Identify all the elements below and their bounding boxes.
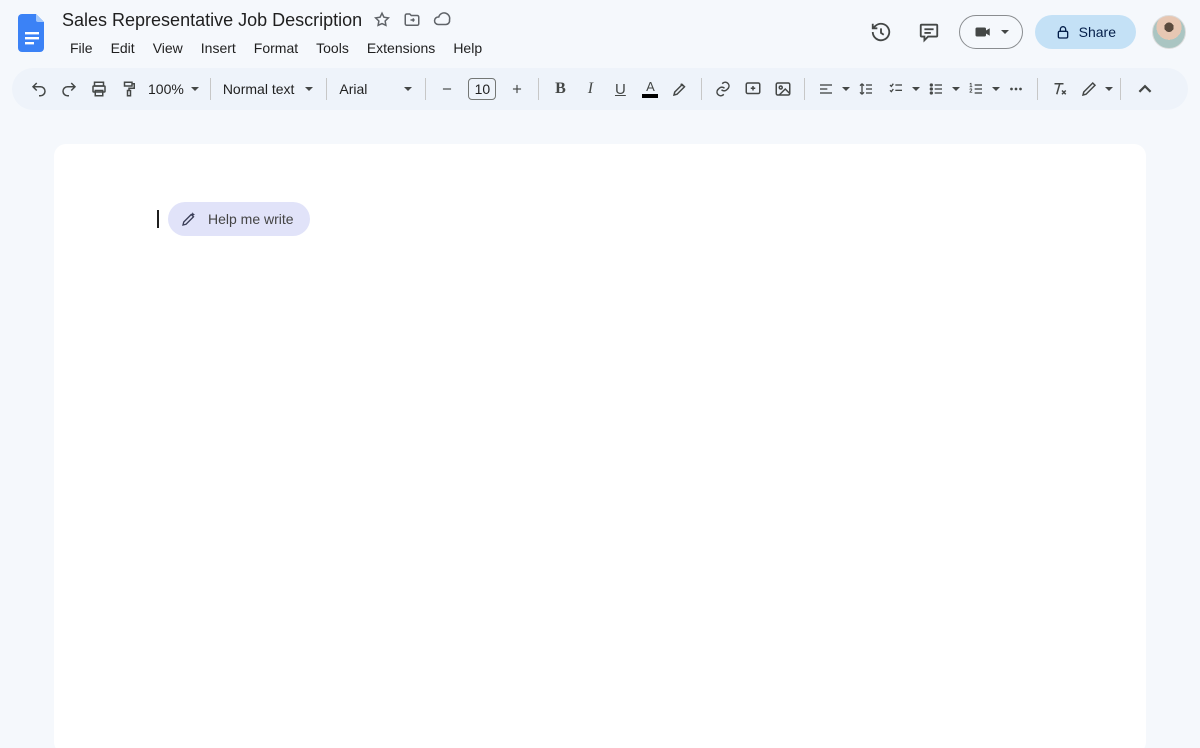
- chevron-down-icon: [911, 84, 921, 94]
- menu-extensions[interactable]: Extensions: [359, 36, 443, 60]
- comments-icon[interactable]: [911, 14, 947, 50]
- align-icon: [812, 74, 840, 104]
- help-me-write-chip[interactable]: Help me write: [168, 202, 310, 236]
- account-avatar[interactable]: [1152, 15, 1186, 49]
- share-button[interactable]: Share: [1035, 15, 1136, 49]
- underline-button[interactable]: U: [606, 74, 634, 104]
- separator: [538, 78, 539, 100]
- more-options-button[interactable]: [1002, 74, 1030, 104]
- line-spacing-icon: [852, 74, 880, 104]
- title-area: Sales Representative Job Description Fil…: [62, 8, 853, 60]
- header-actions: Share: [863, 8, 1186, 50]
- font-size-input[interactable]: 10: [468, 78, 496, 100]
- lock-icon: [1055, 24, 1071, 40]
- zoom-value: 100%: [148, 81, 184, 97]
- clear-formatting-button[interactable]: [1045, 74, 1073, 104]
- pencil-icon: [1075, 74, 1103, 104]
- separator: [1120, 78, 1121, 100]
- meet-button[interactable]: [959, 15, 1023, 49]
- collapse-toolbar-button[interactable]: [1131, 74, 1159, 104]
- chevron-down-icon: [190, 84, 200, 94]
- document-page[interactable]: Help me write: [54, 144, 1146, 748]
- text-color-swatch: [642, 94, 658, 98]
- align-dropdown[interactable]: [811, 74, 851, 104]
- bulleted-list-icon: [922, 74, 950, 104]
- star-icon[interactable]: [372, 10, 392, 30]
- separator: [210, 78, 211, 100]
- history-icon[interactable]: [863, 14, 899, 50]
- font-family-value: Arial: [339, 81, 367, 97]
- share-label: Share: [1079, 24, 1116, 40]
- menu-format[interactable]: Format: [246, 36, 306, 60]
- paragraph-style-dropdown[interactable]: Normal text: [217, 81, 321, 97]
- canvas: Help me write: [0, 118, 1200, 748]
- italic-button[interactable]: I: [576, 74, 604, 104]
- line-spacing-dropdown[interactable]: [851, 74, 881, 104]
- print-button[interactable]: [85, 74, 113, 104]
- chevron-down-icon: [1000, 27, 1010, 37]
- font-size-increase-button[interactable]: [503, 74, 531, 104]
- magic-pencil-icon: [180, 210, 198, 228]
- video-icon: [972, 23, 994, 41]
- insert-image-button[interactable]: [769, 74, 797, 104]
- zoom-dropdown[interactable]: 100%: [144, 81, 204, 97]
- font-size-control: 10: [432, 74, 532, 104]
- separator: [701, 78, 702, 100]
- chevron-down-icon: [304, 84, 314, 94]
- separator: [804, 78, 805, 100]
- highlight-color-button[interactable]: [666, 74, 694, 104]
- app-header: Sales Representative Job Description Fil…: [0, 0, 1200, 60]
- font-family-dropdown[interactable]: Arial: [333, 81, 419, 97]
- menu-view[interactable]: View: [145, 36, 191, 60]
- font-size-decrease-button[interactable]: [433, 74, 461, 104]
- chevron-down-icon: [951, 84, 961, 94]
- help-me-write-label: Help me write: [208, 211, 294, 227]
- menu-bar: File Edit View Insert Format Tools Exten…: [62, 32, 853, 60]
- separator: [326, 78, 327, 100]
- add-comment-button[interactable]: [739, 74, 767, 104]
- redo-button[interactable]: [55, 74, 83, 104]
- bold-button[interactable]: B: [546, 74, 574, 104]
- move-folder-icon[interactable]: [402, 10, 422, 30]
- undo-button[interactable]: [25, 74, 53, 104]
- text-cursor: [157, 210, 159, 228]
- doc-title[interactable]: Sales Representative Job Description: [62, 10, 362, 31]
- menu-help[interactable]: Help: [445, 36, 490, 60]
- toolbar: 100% Normal text Arial 10 B I U A: [12, 68, 1188, 110]
- separator: [425, 78, 426, 100]
- docs-logo-icon[interactable]: [14, 8, 52, 56]
- bulleted-list-dropdown[interactable]: [921, 74, 961, 104]
- checklist-dropdown[interactable]: [881, 74, 921, 104]
- svg-text:2: 2: [970, 88, 973, 94]
- insert-link-button[interactable]: [709, 74, 737, 104]
- text-color-button[interactable]: A: [636, 74, 664, 104]
- cloud-status-icon[interactable]: [432, 10, 452, 30]
- paint-format-button[interactable]: [115, 74, 143, 104]
- menu-edit[interactable]: Edit: [103, 36, 143, 60]
- editing-mode-dropdown[interactable]: [1074, 74, 1114, 104]
- checklist-icon: [882, 74, 910, 104]
- paragraph-style-value: Normal text: [223, 81, 295, 97]
- chevron-down-icon: [403, 84, 413, 94]
- numbered-list-dropdown[interactable]: 12: [961, 74, 1001, 104]
- menu-insert[interactable]: Insert: [193, 36, 244, 60]
- numbered-list-icon: 12: [962, 74, 990, 104]
- chevron-down-icon: [1104, 84, 1114, 94]
- menu-tools[interactable]: Tools: [308, 36, 357, 60]
- chevron-down-icon: [841, 84, 851, 94]
- menu-file[interactable]: File: [62, 36, 101, 60]
- separator: [1037, 78, 1038, 100]
- chevron-down-icon: [991, 84, 1001, 94]
